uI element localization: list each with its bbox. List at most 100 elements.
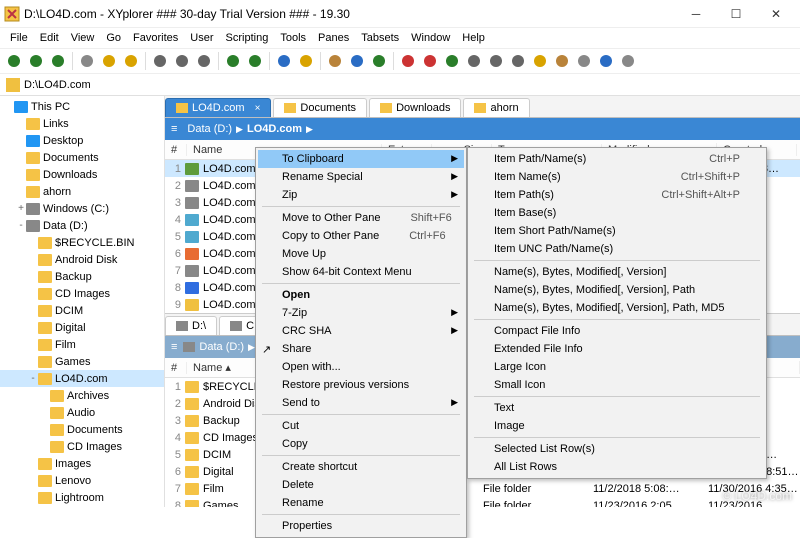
menu-go[interactable]: Go xyxy=(100,30,127,46)
tree-item[interactable]: +Windows (C:) xyxy=(0,200,164,217)
tree-item[interactable]: Film xyxy=(0,336,164,353)
copy-button[interactable] xyxy=(172,51,192,71)
tab[interactable]: ahorn xyxy=(463,98,529,117)
menu-tabsets[interactable]: Tabsets xyxy=(355,30,405,46)
address-bar[interactable]: D:\LO4D.com xyxy=(0,74,800,96)
pin-button[interactable] xyxy=(325,51,345,71)
cut-button[interactable] xyxy=(150,51,170,71)
menu-item[interactable]: Move to Other PaneShift+F6 xyxy=(258,209,464,227)
tree-item[interactable]: -Data (D:) xyxy=(0,217,164,234)
file-button[interactable] xyxy=(77,51,97,71)
menu-panes[interactable]: Panes xyxy=(312,30,355,46)
tree-item[interactable]: Downloads xyxy=(0,166,164,183)
tree-item[interactable]: Images xyxy=(0,455,164,472)
maximize-button[interactable]: ☐ xyxy=(716,0,756,28)
tree-item[interactable]: Documents xyxy=(0,149,164,166)
ball-red-button[interactable] xyxy=(398,51,418,71)
menu-item[interactable]: 7-Zip▶ xyxy=(258,304,464,322)
tree-item[interactable]: DCIM xyxy=(0,302,164,319)
layout3-button[interactable] xyxy=(508,51,528,71)
col-num[interactable]: # xyxy=(165,362,187,374)
folder-tree[interactable]: This PCLinksDesktopDocumentsDownloadsaho… xyxy=(0,96,165,507)
menu-item[interactable]: Extended File Info xyxy=(470,340,764,358)
menu-item[interactable]: Open with... xyxy=(258,358,464,376)
tree-item[interactable]: ahorn xyxy=(0,183,164,200)
gear-button[interactable] xyxy=(618,51,638,71)
menu-item[interactable]: Item Path/Name(s)Ctrl+P xyxy=(470,150,764,168)
tree-item[interactable]: Games xyxy=(0,353,164,370)
menu-item[interactable]: Small Icon xyxy=(470,376,764,394)
tree-item[interactable]: -LO4D.com xyxy=(0,370,164,387)
menu-help[interactable]: Help xyxy=(456,30,491,46)
target-button[interactable] xyxy=(420,51,440,71)
menu-item[interactable]: Item Short Path/Name(s) xyxy=(470,222,764,240)
close-button[interactable]: ✕ xyxy=(756,0,796,28)
menu-icon[interactable]: ≡ xyxy=(171,341,177,353)
menu-item[interactable]: Compact File Info xyxy=(470,322,764,340)
menu-item[interactable]: Restore previous versions xyxy=(258,376,464,394)
paste-button[interactable] xyxy=(194,51,214,71)
menu-favorites[interactable]: Favorites xyxy=(127,30,184,46)
menu-item[interactable]: Create shortcut xyxy=(258,458,464,476)
move-button[interactable] xyxy=(223,51,243,71)
note-button[interactable] xyxy=(530,51,550,71)
menu-user[interactable]: User xyxy=(184,30,219,46)
menu-item[interactable]: Copy to Other PaneCtrl+F6 xyxy=(258,227,464,245)
layout2-button[interactable] xyxy=(486,51,506,71)
hammer-button[interactable] xyxy=(574,51,594,71)
menu-item[interactable]: Rename xyxy=(258,494,464,512)
menu-item[interactable]: To Clipboard▶ xyxy=(258,150,464,168)
menu-item[interactable]: Send to▶ xyxy=(258,394,464,412)
fwd-button[interactable] xyxy=(26,51,46,71)
tree-item[interactable]: Android Disk xyxy=(0,251,164,268)
menu-item[interactable]: Properties xyxy=(258,517,464,535)
menu-tools[interactable]: Tools xyxy=(274,30,312,46)
menu-item[interactable]: Move Up xyxy=(258,245,464,263)
tree-item[interactable]: Lightroom xyxy=(0,489,164,506)
context-menu[interactable]: To Clipboard▶Rename Special▶Zip▶Move to … xyxy=(255,147,467,538)
tree-item[interactable]: Documents xyxy=(0,421,164,438)
menu-item[interactable]: Delete xyxy=(258,476,464,494)
tab[interactable]: Documents xyxy=(273,98,367,117)
menu-item[interactable]: Image xyxy=(470,417,764,435)
back-button[interactable] xyxy=(4,51,24,71)
tree-item[interactable]: Links xyxy=(0,115,164,132)
breadcrumb-top[interactable]: ≡ Data (D:) ▶ LO4D.com ▶ xyxy=(165,118,800,140)
menu-file[interactable]: File xyxy=(4,30,34,46)
menu-item[interactable]: Item Path(s)Ctrl+Shift+Alt+P xyxy=(470,186,764,204)
tree-item[interactable]: CD Images xyxy=(0,438,164,455)
menu-item[interactable]: Name(s), Bytes, Modified[, Version], Pat… xyxy=(470,281,764,299)
menu-item[interactable]: ↗Share xyxy=(258,340,464,358)
funnel-green-button[interactable] xyxy=(369,51,389,71)
tree-item[interactable]: Lenovo xyxy=(0,472,164,489)
menu-item[interactable]: Item UNC Path/Name(s) xyxy=(470,240,764,258)
menu-scripting[interactable]: Scripting xyxy=(220,30,275,46)
context-submenu-clipboard[interactable]: Item Path/Name(s)Ctrl+PItem Name(s)Ctrl+… xyxy=(467,147,767,479)
layout1-button[interactable] xyxy=(464,51,484,71)
star-button[interactable] xyxy=(296,51,316,71)
col-num[interactable]: # xyxy=(165,144,187,156)
menu-item[interactable]: Copy xyxy=(258,435,464,453)
menu-item[interactable]: Large Icon xyxy=(470,358,764,376)
redo-button[interactable] xyxy=(121,51,141,71)
menu-item[interactable]: Selected List Row(s) xyxy=(470,440,764,458)
menu-item[interactable]: All List Rows xyxy=(470,458,764,476)
tree-item[interactable]: Archives xyxy=(0,387,164,404)
menu-item[interactable]: Item Base(s) xyxy=(470,204,764,222)
tab[interactable]: LO4D.com× xyxy=(165,98,271,117)
menu-item[interactable]: CRC SHA▶ xyxy=(258,322,464,340)
menu-item[interactable]: Rename Special▶ xyxy=(258,168,464,186)
tree-item[interactable]: $RECYCLE.BIN xyxy=(0,234,164,251)
copy2-button[interactable] xyxy=(245,51,265,71)
menu-item[interactable]: Open xyxy=(258,286,464,304)
menu-item[interactable]: Show 64-bit Context Menu xyxy=(258,263,464,281)
menu-view[interactable]: View xyxy=(65,30,101,46)
menu-item[interactable]: Name(s), Bytes, Modified[, Version] xyxy=(470,263,764,281)
tree-item[interactable]: This PC xyxy=(0,98,164,115)
menu-edit[interactable]: Edit xyxy=(34,30,65,46)
pc2-button[interactable] xyxy=(596,51,616,71)
funnel-blue-button[interactable] xyxy=(347,51,367,71)
menu-item[interactable]: Name(s), Bytes, Modified[, Version], Pat… xyxy=(470,299,764,317)
tree-item[interactable]: Audio xyxy=(0,404,164,421)
brush-button[interactable] xyxy=(552,51,572,71)
